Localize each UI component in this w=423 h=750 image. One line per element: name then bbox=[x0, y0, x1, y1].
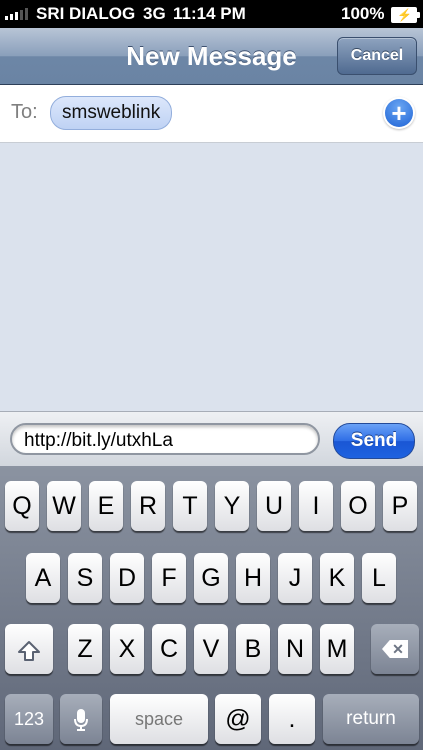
key-p[interactable]: P bbox=[383, 481, 417, 531]
dictation-key[interactable] bbox=[60, 694, 102, 744]
keyboard: Q W E R T Y U I O P A S D F G H J K L Z … bbox=[0, 466, 423, 750]
delete-key[interactable]: ✕ bbox=[371, 624, 419, 674]
compose-bar: http://bit.ly/utxhLa Send bbox=[0, 411, 423, 467]
key-x[interactable]: X bbox=[110, 624, 144, 674]
clock: 11:14 PM bbox=[173, 4, 246, 23]
key-b[interactable]: B bbox=[236, 624, 270, 674]
to-label: To: bbox=[11, 101, 38, 123]
key-q[interactable]: Q bbox=[5, 481, 39, 531]
network-type: 3G bbox=[143, 4, 166, 23]
return-key[interactable]: return bbox=[323, 694, 419, 744]
shift-arrow-icon bbox=[17, 634, 41, 664]
key-e[interactable]: E bbox=[89, 481, 123, 531]
key-s[interactable]: S bbox=[68, 553, 102, 603]
key-m[interactable]: M bbox=[320, 624, 354, 674]
key-o[interactable]: O bbox=[341, 481, 375, 531]
key-z[interactable]: Z bbox=[68, 624, 102, 674]
key-u[interactable]: U bbox=[257, 481, 291, 531]
message-input[interactable]: http://bit.ly/utxhLa bbox=[10, 423, 320, 455]
shift-key[interactable] bbox=[5, 624, 53, 674]
recipient-row[interactable]: To: smsweblink + bbox=[0, 85, 423, 143]
key-l[interactable]: L bbox=[362, 553, 396, 603]
key-w[interactable]: W bbox=[47, 481, 81, 531]
signal-strength-icon bbox=[5, 8, 28, 20]
key-n[interactable]: N bbox=[278, 624, 312, 674]
recipient-chip[interactable]: smsweblink bbox=[50, 96, 173, 130]
key-t[interactable]: T bbox=[173, 481, 207, 531]
key-r[interactable]: R bbox=[131, 481, 165, 531]
send-button[interactable]: Send bbox=[333, 423, 415, 459]
space-key[interactable]: space bbox=[110, 694, 208, 744]
key-i[interactable]: I bbox=[299, 481, 333, 531]
microphone-icon bbox=[73, 705, 89, 733]
key-f[interactable]: F bbox=[152, 553, 186, 603]
carrier-name: SRI DIALOG bbox=[36, 4, 136, 23]
key-c[interactable]: C bbox=[152, 624, 186, 674]
period-key[interactable]: . bbox=[269, 694, 315, 744]
battery-icon: ⚡ bbox=[391, 7, 420, 23]
key-y[interactable]: Y bbox=[215, 481, 249, 531]
key-a[interactable]: A bbox=[26, 553, 60, 603]
key-g[interactable]: G bbox=[194, 553, 228, 603]
backspace-icon: ✕ bbox=[382, 640, 408, 658]
battery-percent: 100% bbox=[341, 4, 385, 23]
cancel-button[interactable]: Cancel bbox=[337, 37, 417, 75]
key-d[interactable]: D bbox=[110, 553, 144, 603]
key-j[interactable]: J bbox=[278, 553, 312, 603]
key-h[interactable]: H bbox=[236, 553, 270, 603]
key-v[interactable]: V bbox=[194, 624, 228, 674]
status-bar: SRI DIALOG 3G 11:14 PM 100% ⚡ bbox=[0, 0, 423, 28]
add-contact-icon[interactable]: + bbox=[385, 99, 413, 127]
message-thread-area bbox=[0, 143, 423, 411]
navigation-bar: New Message Cancel bbox=[0, 28, 423, 85]
at-key[interactable]: @ bbox=[215, 694, 261, 744]
key-k[interactable]: K bbox=[320, 553, 354, 603]
numbers-key[interactable]: 123 bbox=[5, 694, 53, 744]
